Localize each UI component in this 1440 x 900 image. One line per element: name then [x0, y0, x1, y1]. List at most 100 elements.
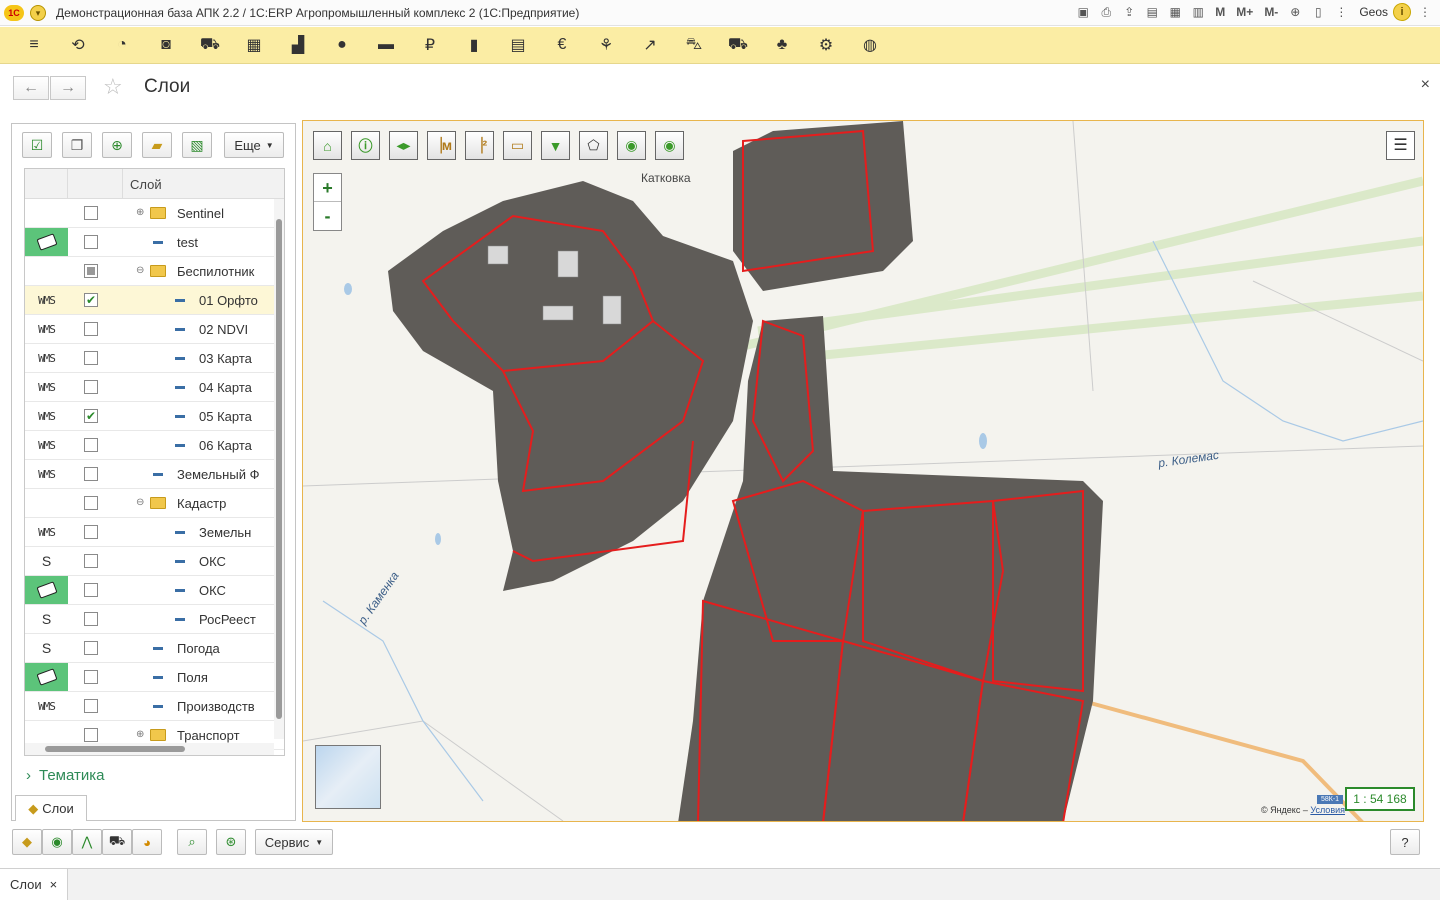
layer-checkbox[interactable]: [84, 438, 98, 452]
tree-row[interactable]: WMS ✔ 05 Карта: [25, 402, 284, 431]
window-menu-icon[interactable]: ⋮: [1416, 3, 1434, 21]
ruler-measure-icon[interactable]: ▭: [503, 131, 532, 160]
close-tab-button[interactable]: ×: [50, 877, 58, 892]
locate-button[interactable]: ⊛: [216, 829, 246, 855]
tree-row[interactable]: ⊖ Беспилотник: [25, 257, 284, 286]
tree-row[interactable]: S Погода: [25, 634, 284, 663]
person-icon[interactable]: ●: [320, 29, 364, 61]
layer-checkbox[interactable]: [84, 554, 98, 568]
info-icon[interactable]: ⓘ: [351, 131, 380, 160]
add-layer-button[interactable]: ⊕: [102, 132, 132, 158]
layer-checkbox[interactable]: [84, 612, 98, 626]
memory-plus-button[interactable]: M+: [1233, 5, 1256, 19]
tree-row[interactable]: WMS Производств: [25, 692, 284, 721]
select-polygon-icon[interactable]: ⬠: [579, 131, 608, 160]
more-button[interactable]: Еще ▼: [224, 132, 284, 158]
route-button[interactable]: ⋀: [72, 829, 102, 855]
prev-extent-icon[interactable]: ◉: [617, 131, 646, 160]
layer-checkbox[interactable]: [84, 235, 98, 249]
map-view[interactable]: ⌂ ⓘ ◂▸ ▕ᴍ ▕² ▭ ▼ ⬠ ◉ ◉ ☰ + - Катковка р.…: [302, 120, 1424, 822]
legend-list-icon[interactable]: ☰: [1386, 131, 1415, 160]
layer-checkbox[interactable]: [84, 264, 98, 278]
service-button[interactable]: Сервис ▼: [255, 829, 333, 855]
pie-icon[interactable]: ◔: [100, 29, 144, 61]
layer-properties-button[interactable]: ▧: [182, 132, 212, 158]
check-all-button[interactable]: ☑: [22, 132, 52, 158]
layers-button[interactable]: ◆: [12, 829, 42, 855]
map-canvas[interactable]: [303, 121, 1424, 822]
calculator-icon[interactable]: ▤: [496, 29, 540, 61]
layer-checkbox[interactable]: [84, 467, 98, 481]
horizontal-scrollbar[interactable]: [25, 743, 274, 755]
close-page-button[interactable]: ×: [1421, 76, 1430, 94]
home-icon[interactable]: ⌂: [313, 131, 342, 160]
tree-row[interactable]: WMS 06 Карта: [25, 431, 284, 460]
info-icon[interactable]: i: [1393, 3, 1411, 21]
more-icon[interactable]: ⋮: [1332, 3, 1350, 21]
tree-row[interactable]: Поля: [25, 663, 284, 692]
layer-checkbox[interactable]: [84, 206, 98, 220]
charts-button[interactable]: ◕: [132, 829, 162, 855]
tree-row[interactable]: WMS Земельный Ф: [25, 460, 284, 489]
pin-button[interactable]: ◉: [42, 829, 72, 855]
scroll-thumb[interactable]: [45, 746, 185, 752]
layer-checkbox[interactable]: [84, 525, 98, 539]
upload-icon[interactable]: ⇪: [1120, 3, 1138, 21]
tree-row[interactable]: WMS 02 NDVI: [25, 315, 284, 344]
filter-icon[interactable]: ▼: [541, 131, 570, 160]
calculator-icon[interactable]: ▦: [1166, 3, 1184, 21]
chart-up-icon[interactable]: ↗: [628, 29, 672, 61]
euro-icon[interactable]: €: [540, 29, 584, 61]
search-button[interactable]: ⌕: [177, 829, 207, 855]
tree-row[interactable]: S ОКС: [25, 547, 284, 576]
help-button[interactable]: ?: [1390, 829, 1420, 855]
layer-checkbox[interactable]: [84, 380, 98, 394]
thematics-group[interactable]: › Тематика: [26, 767, 104, 784]
layer-checkbox[interactable]: [84, 322, 98, 336]
card-icon[interactable]: ▬: [364, 29, 408, 61]
tree-row[interactable]: WMS Земельн: [25, 518, 284, 547]
cart-icon[interactable]: ⛟: [188, 29, 232, 61]
tree-row[interactable]: test: [25, 228, 284, 257]
history-icon[interactable]: ⟲: [56, 29, 100, 61]
scroll-thumb[interactable]: [276, 219, 282, 719]
globe-icon[interactable]: ◍: [848, 29, 892, 61]
tree-row[interactable]: WMS ✔ 01 Орфто: [25, 286, 284, 315]
collapse-icon[interactable]: ⊖: [136, 497, 144, 508]
uncheck-all-button[interactable]: ❐: [62, 132, 92, 158]
pan-arrows-icon[interactable]: ◂▸: [389, 131, 418, 160]
layer-checkbox[interactable]: ✔: [84, 409, 98, 423]
memory-minus-button[interactable]: M-: [1261, 5, 1281, 19]
ruler-length-icon[interactable]: ▕ᴍ: [427, 131, 456, 160]
open-tab-layers[interactable]: Слои ×: [0, 869, 69, 900]
vehicles-button[interactable]: ⛟: [102, 829, 132, 855]
zoom-in-button[interactable]: +: [314, 174, 341, 202]
factory-icon[interactable]: ▟: [276, 29, 320, 61]
gear-icon[interactable]: ⚙: [804, 29, 848, 61]
terms-link[interactable]: Условия: [1310, 805, 1345, 815]
zoom-out-button[interactable]: -: [314, 202, 341, 230]
panel-icon[interactable]: ▯: [1309, 3, 1327, 21]
back-button[interactable]: ←: [13, 76, 49, 100]
bag-icon[interactable]: ◙: [144, 29, 188, 61]
tree-row[interactable]: ⊖ Кадастр: [25, 489, 284, 518]
expand-icon[interactable]: ⊕: [136, 729, 144, 740]
print-icon[interactable]: ⎙: [1097, 3, 1115, 21]
overview-minimap[interactable]: [315, 745, 381, 809]
wheat-icon[interactable]: ⚘: [584, 29, 628, 61]
layer-checkbox[interactable]: [84, 583, 98, 597]
layers-tab[interactable]: ◆ Слои: [15, 795, 87, 821]
layer-checkbox[interactable]: [84, 351, 98, 365]
vertical-scrollbar[interactable]: [274, 199, 284, 739]
main-menu-icon[interactable]: ▾: [30, 4, 46, 21]
tree-row[interactable]: WMS 03 Карта: [25, 344, 284, 373]
layer-checkbox[interactable]: [84, 641, 98, 655]
tree-row[interactable]: S РосРеест: [25, 605, 284, 634]
tree-row[interactable]: ОКС: [25, 576, 284, 605]
layer-checkbox[interactable]: [84, 496, 98, 510]
collapse-icon[interactable]: ⊖: [136, 265, 144, 276]
expand-icon[interactable]: ⊕: [136, 207, 144, 218]
zoom-icon[interactable]: ⊕: [1286, 3, 1304, 21]
tree-row[interactable]: ⊕ Sentinel: [25, 199, 284, 228]
sprout-icon[interactable]: ♣: [760, 29, 804, 61]
